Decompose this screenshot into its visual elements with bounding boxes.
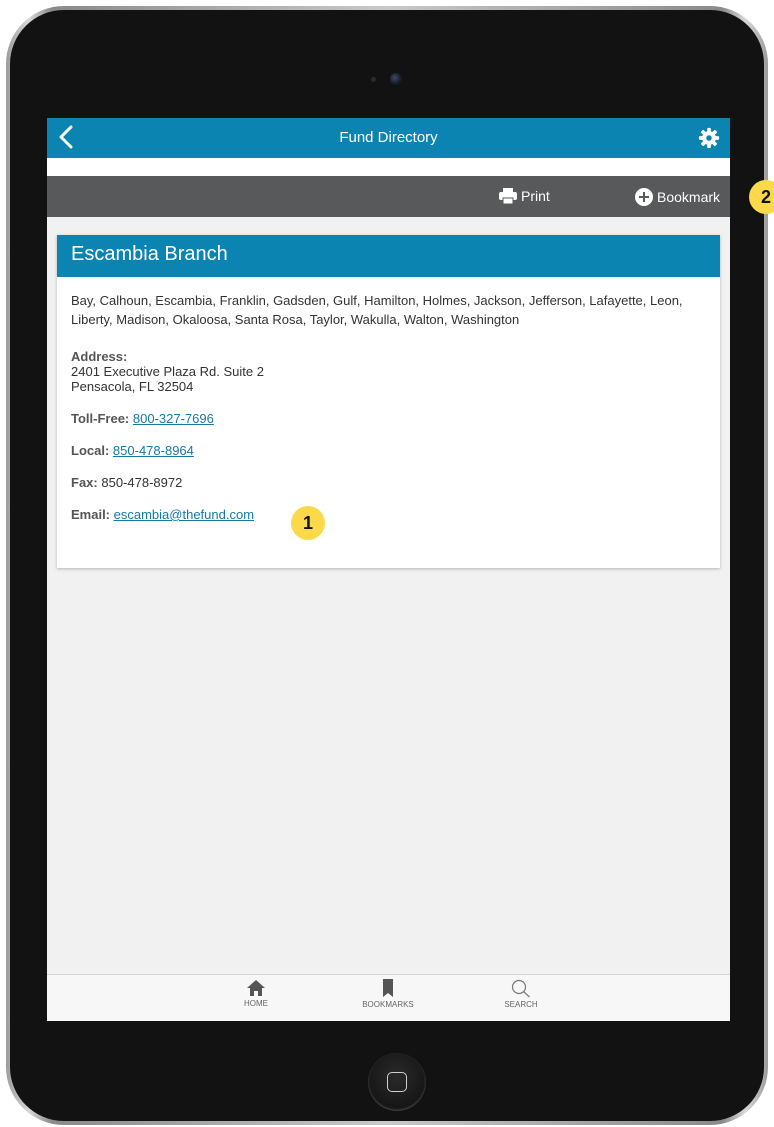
email-row: Email: escambia@thefund.com (71, 507, 706, 522)
camera-icon (390, 73, 402, 85)
fax-row: Fax: 850-478-8972 (71, 475, 706, 490)
email-label: Email: (71, 507, 111, 522)
address-line2: Pensacola, FL 32504 (71, 379, 194, 394)
tab-home[interactable]: HOME (216, 979, 296, 1008)
home-square-icon (387, 1072, 407, 1092)
tab-search[interactable]: SEARCH (481, 979, 561, 1009)
tollfree-row: Toll-Free: 800-327-7696 (71, 411, 706, 426)
email-link[interactable]: escambia@thefund.com (114, 507, 254, 522)
tab-bookmarks-label: BOOKMARKS (362, 1000, 414, 1009)
header-spacer (47, 158, 730, 176)
bottom-tab-bar: HOME BOOKMARKS SEARCH (47, 974, 730, 1021)
home-icon (247, 980, 265, 996)
search-icon (511, 979, 530, 998)
address-label: Address: (71, 349, 128, 364)
bookmark-icon (383, 979, 393, 997)
branch-details: Bay, Calhoun, Escambia, Franklin, Gadsde… (57, 277, 720, 522)
branch-name: Escambia Branch (57, 235, 720, 277)
fax-value: 850-478-8972 (101, 475, 183, 490)
address-line1: 2401 Executive Plaza Rd. Suite 2 (71, 364, 264, 379)
app-screen: Fund Directory Print Bookmark Escambia B… (47, 118, 730, 1021)
gear-icon[interactable] (698, 127, 720, 149)
bookmark-button[interactable]: Bookmark (635, 188, 720, 206)
bookmark-label: Bookmark (657, 189, 721, 205)
print-button[interactable]: Print (499, 188, 550, 204)
tollfree-link[interactable]: 800-327-7696 (133, 411, 214, 426)
top-nav-bar: Fund Directory (47, 118, 730, 158)
local-row: Local: 850-478-8964 (71, 443, 706, 458)
tab-search-label: SEARCH (504, 1000, 538, 1009)
callout-1: 1 (291, 506, 325, 540)
printer-icon (499, 188, 517, 204)
local-link[interactable]: 850-478-8964 (113, 443, 194, 458)
tollfree-label: Toll-Free: (71, 411, 130, 426)
tab-home-label: HOME (244, 999, 268, 1008)
fax-label: Fax: (71, 475, 98, 490)
print-label: Print (521, 188, 550, 204)
action-bar: Print Bookmark (47, 176, 730, 217)
home-hardware-button[interactable] (368, 1053, 426, 1111)
counties-list: Bay, Calhoun, Escambia, Franklin, Gadsde… (71, 293, 683, 327)
branch-card: Escambia Branch Bay, Calhoun, Escambia, … (57, 235, 720, 568)
address-block: Address: 2401 Executive Plaza Rd. Suite … (71, 349, 706, 394)
tab-bookmarks[interactable]: BOOKMARKS (348, 979, 428, 1009)
plus-circle-icon (635, 188, 653, 206)
page-title: Fund Directory (339, 129, 438, 146)
sensor-dot (371, 77, 376, 82)
local-label: Local: (71, 443, 110, 458)
